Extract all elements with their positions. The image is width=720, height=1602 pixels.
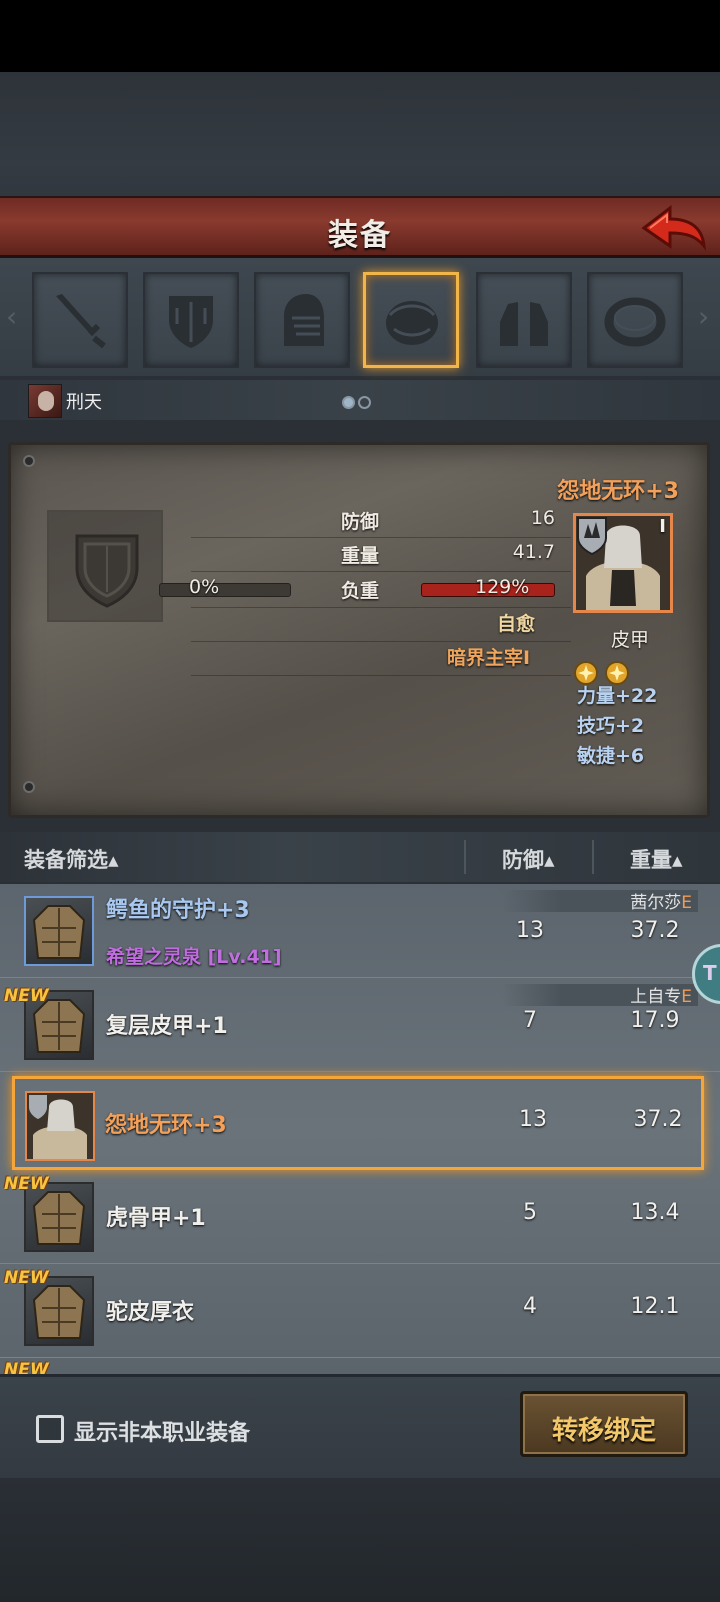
new-badge: NEW [4, 1174, 49, 1194]
item-name: 怨地无环+3 [105, 1113, 227, 1138]
divider [191, 607, 571, 608]
item-name: 鳄鱼的守护+3 [106, 898, 250, 923]
skill-2: 暗界主宰I [447, 647, 531, 669]
armor-portrait-icon [576, 516, 670, 610]
shield-icon [75, 534, 139, 608]
prev-slot-arrow-icon[interactable]: ‹ [6, 300, 17, 333]
ring-icon [604, 297, 666, 347]
back-arrow-icon [641, 204, 707, 251]
new-badge: NEW [4, 986, 49, 1006]
shield-icon [169, 296, 213, 348]
load-bar-left [159, 583, 291, 597]
equipment-list[interactable]: 茜尔莎E 鳄鱼的守护+3 希望之灵泉 [Lv.41] 13 37.2 上自专E … [0, 884, 720, 1374]
defense-label: 防御 [341, 511, 380, 533]
next-slot-arrow-icon[interactable]: › [698, 300, 709, 333]
bonus-agility: 敏捷+6 [577, 745, 645, 767]
helmet-slot[interactable] [254, 272, 350, 368]
list-item[interactable]: 虎骨甲+1 5 13.4 [0, 1170, 720, 1264]
boots-slot[interactable] [476, 272, 572, 368]
ring-slot[interactable] [587, 272, 683, 368]
list-item[interactable]: 上自专E 复层皮甲+1 7 17.9 [0, 978, 720, 1072]
sword-icon [56, 294, 106, 349]
floating-assistant-label: T [703, 961, 717, 985]
weight-sort-button[interactable]: 重量▴ [630, 844, 683, 874]
equipment-slot-bar [0, 258, 720, 376]
owner-label: 上自专E [630, 987, 692, 1007]
armor-icon [386, 301, 438, 345]
filter-sort-button[interactable]: 装备筛选▴ [24, 844, 119, 874]
item-location: 希望之灵泉 [Lv.41] [106, 946, 282, 968]
helmet-icon [284, 294, 324, 346]
bonus-strength: 力量+22 [577, 685, 658, 707]
weight-label: 重量 [341, 545, 380, 567]
divider [191, 571, 571, 572]
list-item-selected[interactable]: 怨地无环+3 13 37.2 [12, 1076, 704, 1170]
transfer-bind-button[interactable]: 转移绑定 [520, 1391, 688, 1457]
item-weight: 12.1 [630, 1294, 680, 1319]
item-defense: 13 [516, 918, 544, 943]
item-defense: 4 [523, 1294, 537, 1319]
new-badge: NEW [4, 1268, 49, 1288]
item-name: 驼皮厚衣 [106, 1300, 195, 1325]
weapon-slot[interactable] [32, 272, 128, 368]
shield-slot[interactable] [143, 272, 239, 368]
load-left-value: 0% [189, 576, 220, 598]
new-badge: NEW [4, 1360, 49, 1374]
defense-value: 16 [530, 507, 555, 529]
tier-label: I [659, 516, 666, 537]
armor-slot[interactable] [363, 272, 459, 368]
empty-shield-slot[interactable] [47, 510, 163, 622]
show-other-class-checkbox[interactable] [36, 1415, 64, 1443]
list-header: 装备筛选▴ 防御▴ 重量▴ [0, 832, 720, 882]
page-dot [358, 396, 371, 409]
load-label: 负重 [341, 580, 380, 602]
item-weight: 17.9 [630, 1008, 680, 1033]
divider [191, 675, 571, 676]
divider [191, 537, 571, 538]
list-item[interactable]: 茜尔莎E 鳄鱼的守护+3 希望之灵泉 [Lv.41] 13 37.2 [0, 884, 720, 978]
transfer-bind-label: 转移绑定 [551, 1416, 656, 1446]
divider [191, 641, 571, 642]
item-defense: 5 [523, 1200, 537, 1225]
page-indicator [342, 394, 374, 413]
item-defense: 7 [523, 1008, 537, 1033]
page-title: 装备 [328, 218, 392, 253]
item-name: 虎骨甲+1 [106, 1206, 206, 1231]
item-weight: 13.4 [630, 1200, 680, 1225]
equipment-detail-panel: 防御 16 重量 41.7 0% 负重 129% 自愈 暗界主宰I 怨地无环+3… [8, 442, 710, 818]
divider [464, 840, 466, 874]
boots-icon [500, 302, 548, 346]
weight-value: 41.7 [512, 541, 555, 563]
equipped-item-portrait[interactable]: I [573, 513, 673, 613]
owner-label: 茜尔莎E [630, 893, 692, 913]
rivet [23, 781, 35, 793]
bonus-skill: 技巧+2 [577, 715, 645, 737]
divider [592, 840, 594, 874]
skill-1: 自愈 [497, 613, 536, 635]
item-name: 复层皮甲+1 [106, 1014, 228, 1039]
item-defense: 13 [519, 1107, 547, 1132]
rivet [23, 455, 35, 467]
load-right-value: 129% [475, 576, 530, 598]
page-dot-active [342, 396, 355, 409]
hero-name: 刑天 [66, 392, 102, 413]
footer-bar: 显示非本职业装备 转移绑定 [0, 1374, 720, 1478]
armor-icon [24, 896, 94, 966]
equipped-item-name: 怨地无环+3 [557, 479, 679, 504]
equipped-item-type: 皮甲 [611, 629, 650, 651]
item-weight: 37.2 [633, 1107, 683, 1132]
background-bottom [0, 1478, 720, 1602]
hero-bar: 刑天 [0, 380, 720, 420]
armor-portrait-icon [25, 1091, 95, 1161]
status-bar-area [0, 0, 720, 72]
list-item[interactable]: 驼皮厚衣 4 12.1 [0, 1264, 720, 1358]
defense-sort-button[interactable]: 防御▴ [502, 844, 555, 874]
title-bar: 装备 [0, 196, 720, 258]
item-weight: 37.2 [630, 918, 680, 943]
back-button[interactable] [640, 202, 708, 254]
avatar[interactable] [28, 384, 62, 418]
show-other-class-label[interactable]: 显示非本职业装备 [74, 1415, 250, 1447]
